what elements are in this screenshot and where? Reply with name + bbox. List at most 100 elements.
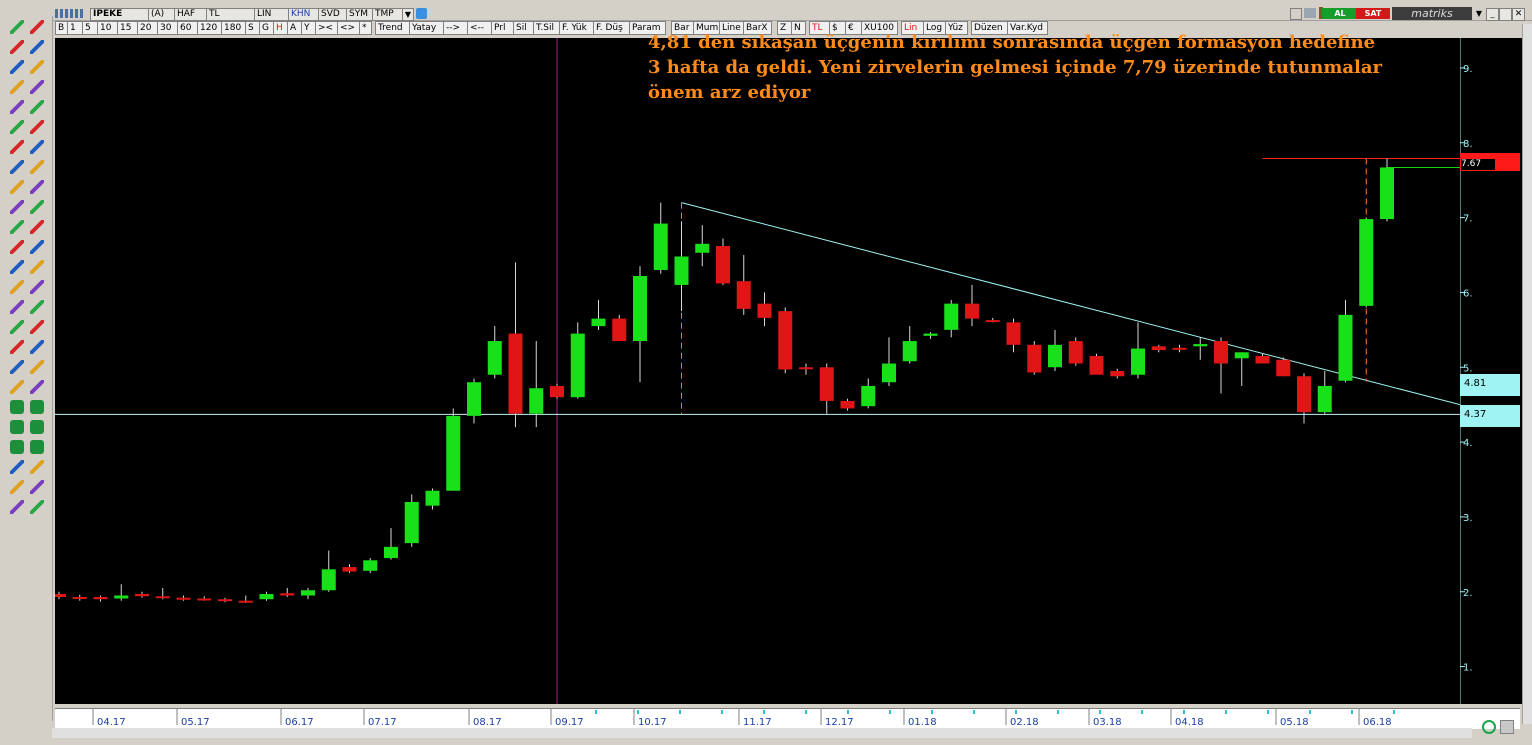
- drawing-tool-icon[interactable]: [10, 60, 24, 74]
- toolbar-button-11[interactable]: G: [259, 21, 274, 35]
- drawing-tool-icon[interactable]: [30, 480, 44, 494]
- toolbar-button-5[interactable]: 20: [137, 21, 158, 35]
- horizontal-scrollbar[interactable]: [52, 728, 1472, 738]
- toolbar-button-1[interactable]: 1: [67, 21, 83, 35]
- drawing-tool-icon[interactable]: [10, 400, 24, 414]
- drawing-tool-icon[interactable]: [30, 460, 44, 474]
- toolbar-button-15[interactable]: ><: [315, 21, 338, 35]
- toolbar-button-22[interactable]: Prl: [491, 21, 514, 35]
- drawing-tool-icon[interactable]: [30, 420, 44, 434]
- window-resize-icon[interactable]: [1290, 8, 1302, 20]
- refresh-icon[interactable]: [1482, 720, 1496, 734]
- drawing-tool-icon[interactable]: [30, 440, 44, 454]
- drawing-tool-icon[interactable]: [10, 140, 24, 154]
- drawing-tool-icon[interactable]: [30, 160, 44, 174]
- drawing-tool-icon[interactable]: [30, 360, 44, 374]
- toolbar-button-6[interactable]: 30: [157, 21, 178, 35]
- drawing-tool-icon[interactable]: [10, 180, 24, 194]
- drawing-tool-icon[interactable]: [10, 240, 24, 254]
- drawing-tool-icon[interactable]: [30, 240, 44, 254]
- drawing-tool-icon[interactable]: [10, 360, 24, 374]
- drawing-tool-icon[interactable]: [10, 220, 24, 234]
- sell-button[interactable]: SAT: [1356, 8, 1390, 19]
- drawing-tool-icon[interactable]: [30, 340, 44, 354]
- drawing-tool-icon[interactable]: [30, 200, 44, 214]
- print-icon[interactable]: [1304, 8, 1316, 18]
- symbol-label[interactable]: IPEKE: [90, 8, 152, 21]
- khn-toggle[interactable]: KHN: [288, 8, 322, 21]
- toolbar-button-12[interactable]: H: [273, 21, 288, 35]
- drawing-tool-icon[interactable]: [10, 500, 24, 514]
- buy-button[interactable]: AL: [1322, 8, 1358, 19]
- toolbar-button-20[interactable]: -->: [443, 21, 468, 35]
- toolbar-button-25[interactable]: F. Yük: [559, 21, 594, 35]
- drawing-tool-icon[interactable]: [10, 380, 24, 394]
- drawing-tool-icon[interactable]: [10, 160, 24, 174]
- period-week-toggle[interactable]: HAF: [174, 8, 210, 21]
- toolbar-button-14[interactable]: Y: [301, 21, 316, 35]
- toolbar-button-2[interactable]: 5: [82, 21, 98, 35]
- drawing-tool-icon[interactable]: [10, 320, 24, 334]
- drawing-tool-icon[interactable]: [10, 420, 24, 434]
- drawing-tool-icon[interactable]: [30, 40, 44, 54]
- drawing-tool-icon[interactable]: [30, 280, 44, 294]
- toolbar-button-13[interactable]: A: [287, 21, 302, 35]
- toolbar-button-19[interactable]: Yatay: [409, 21, 444, 35]
- drawing-tool-icon[interactable]: [10, 120, 24, 134]
- drawing-tool-icon[interactable]: [10, 20, 24, 34]
- template-toggle[interactable]: TMP: [372, 8, 406, 21]
- toolbar-button-17[interactable]: *: [359, 21, 372, 35]
- toolbar-button-24[interactable]: T.Sil: [533, 21, 560, 35]
- minimize-icon[interactable]: _: [1486, 8, 1499, 21]
- drawing-tool-icon[interactable]: [10, 480, 24, 494]
- drawing-tool-icon[interactable]: [30, 320, 44, 334]
- drawing-tool-icon[interactable]: [10, 80, 24, 94]
- drawing-tool-icon[interactable]: [30, 220, 44, 234]
- candle-body: [1110, 371, 1125, 377]
- toolbar-button-7[interactable]: 60: [177, 21, 198, 35]
- drawing-tool-icon[interactable]: [30, 500, 44, 514]
- drawing-tool-icon[interactable]: [30, 380, 44, 394]
- settings-icon[interactable]: [1500, 720, 1514, 734]
- vertical-scrollbar[interactable]: [1522, 24, 1532, 724]
- drawing-tool-icon[interactable]: [10, 340, 24, 354]
- drawing-tool-icon[interactable]: [10, 40, 24, 54]
- drawing-tool-icon[interactable]: [30, 400, 44, 414]
- toolbar-button-26[interactable]: F. Düş: [593, 21, 630, 35]
- toolbar-button-9[interactable]: 180: [221, 21, 246, 35]
- toolbar-button-8[interactable]: 120: [197, 21, 222, 35]
- drawing-tool-icon[interactable]: [30, 60, 44, 74]
- dropdown-icon[interactable]: ▼: [402, 8, 414, 21]
- toolbar-button-4[interactable]: 15: [117, 21, 138, 35]
- drawing-tool-icon[interactable]: [30, 260, 44, 274]
- toolbar-button-3[interactable]: 10: [97, 21, 118, 35]
- drawing-tool-icon[interactable]: [30, 80, 44, 94]
- toolbar-button-21[interactable]: <--: [467, 21, 492, 35]
- drawing-tool-icon[interactable]: [10, 460, 24, 474]
- drawing-tool-icon[interactable]: [10, 200, 24, 214]
- candlestick-chart[interactable]: [55, 38, 1460, 704]
- drawing-tool-icon[interactable]: [30, 20, 44, 34]
- brand-dropdown-icon[interactable]: ▼: [1474, 8, 1484, 19]
- drawing-tool-icon[interactable]: [10, 440, 24, 454]
- drawing-tool-icon[interactable]: [10, 100, 24, 114]
- drawing-tool-icon[interactable]: [10, 280, 24, 294]
- drawing-tool-icon[interactable]: [10, 260, 24, 274]
- toolbar-button-10[interactable]: S: [245, 21, 260, 35]
- drawing-tool-icon[interactable]: [10, 300, 24, 314]
- toolbar-button-23[interactable]: Sil: [513, 21, 534, 35]
- drawing-tool-icon[interactable]: [30, 120, 44, 134]
- drawing-tool-icon[interactable]: [30, 300, 44, 314]
- toolbar-button-18[interactable]: Trend: [375, 21, 410, 35]
- price-chart[interactable]: [55, 38, 1460, 704]
- scale-linear-toggle[interactable]: LIN: [254, 8, 292, 21]
- drawing-tool-icon[interactable]: [30, 100, 44, 114]
- candle-body: [550, 385, 564, 398]
- maximize-icon[interactable]: [1499, 8, 1512, 21]
- close-icon[interactable]: ✕: [1512, 8, 1525, 21]
- currency-toggle[interactable]: TL: [206, 8, 258, 21]
- drawing-tool-icon[interactable]: [30, 140, 44, 154]
- twitter-icon[interactable]: [416, 8, 427, 19]
- drawing-tool-icon[interactable]: [30, 180, 44, 194]
- toolbar-button-16[interactable]: <>: [337, 21, 360, 35]
